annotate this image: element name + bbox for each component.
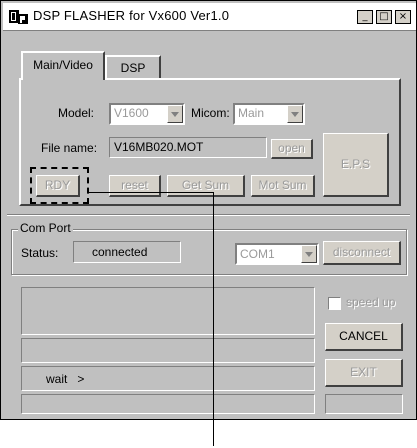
speed-up-checkbox[interactable] xyxy=(328,297,341,310)
tab-dsp-label: DSP xyxy=(120,61,146,75)
reset-button-label: reset xyxy=(121,178,148,192)
com-port-select[interactable]: COM1 xyxy=(235,243,319,265)
com-port-group-label: Com Port xyxy=(18,221,73,235)
model-label: Model: xyxy=(58,106,95,120)
maximize-button[interactable]: □ xyxy=(376,10,392,24)
chevron-down-icon xyxy=(305,252,313,257)
title-bar: DSP FLASHER for Vx600 Ver1.0 _ □ × xyxy=(3,3,416,31)
callout-line-horizontal xyxy=(87,192,214,193)
file-name-value: V16MB020.MOT xyxy=(114,140,204,154)
micom-label: Micom: xyxy=(191,106,230,120)
exit-button-label: EXIT xyxy=(350,365,377,379)
log-box-top xyxy=(21,287,315,335)
chevron-down-icon xyxy=(291,112,299,117)
open-button[interactable]: open xyxy=(271,139,313,159)
wait-text: wait > xyxy=(46,372,85,386)
reset-button[interactable]: reset xyxy=(109,175,161,197)
close-icon: × xyxy=(398,11,408,22)
minimize-icon: _ xyxy=(362,11,368,22)
status-value: connected xyxy=(92,245,148,259)
log-box-middle xyxy=(21,338,315,363)
file-name-label: File name: xyxy=(41,141,98,155)
disconnect-button[interactable]: disconnect xyxy=(323,241,401,265)
get-sum-button[interactable]: Get Sum xyxy=(167,175,245,197)
window-title: DSP FLASHER for Vx600 Ver1.0 xyxy=(33,8,230,23)
cancel-button-label: CANCEL xyxy=(339,329,388,343)
micom-dropdown-button[interactable] xyxy=(287,105,303,123)
get-sum-button-label: Get Sum xyxy=(181,178,230,192)
mot-sum-button-label: Mot Sum xyxy=(258,178,307,192)
open-button-label: open xyxy=(278,141,305,155)
model-select[interactable]: V1600 xyxy=(109,103,185,125)
chevron-down-icon xyxy=(171,112,179,117)
log-box-bottom xyxy=(21,394,315,414)
tab-dsp[interactable]: DSP xyxy=(105,55,161,78)
status-label: Status: xyxy=(21,246,59,260)
right-status-box xyxy=(325,394,403,414)
log-box-status: wait > xyxy=(21,366,315,391)
dsp-flasher-window: DSP FLASHER for Vx600 Ver1.0 _ □ × Main/… xyxy=(0,0,417,420)
tab-main-video-label: Main/Video xyxy=(33,58,93,72)
model-dropdown-button[interactable] xyxy=(167,105,183,123)
callout-line-vertical xyxy=(213,192,214,446)
model-value: V1600 xyxy=(114,106,149,120)
micom-value: Main xyxy=(238,106,265,120)
close-button[interactable]: × xyxy=(395,10,411,24)
mot-sum-button[interactable]: Mot Sum xyxy=(251,175,315,197)
micom-select[interactable]: Main xyxy=(233,103,305,125)
file-name-field[interactable]: V16MB020.MOT xyxy=(109,137,267,158)
eps-button[interactable]: E.P.S xyxy=(323,133,389,197)
maximize-icon: □ xyxy=(379,11,389,22)
com-port-value: COM1 xyxy=(240,247,275,261)
eps-button-label: E.P.S xyxy=(340,157,371,171)
minimize-button[interactable]: _ xyxy=(357,10,373,24)
cancel-button[interactable]: CANCEL xyxy=(325,323,403,351)
exit-button[interactable]: EXIT xyxy=(325,359,403,387)
speed-up-label: speed up xyxy=(346,295,396,309)
tab-main-video[interactable]: Main/Video xyxy=(21,51,105,80)
section-divider xyxy=(7,214,410,216)
disconnect-button-label: disconnect xyxy=(332,245,391,259)
dsp-app-icon xyxy=(9,10,28,24)
status-field: connected xyxy=(73,241,181,263)
rdy-highlight-box xyxy=(30,167,89,204)
com-port-dropdown-button[interactable] xyxy=(301,245,317,263)
